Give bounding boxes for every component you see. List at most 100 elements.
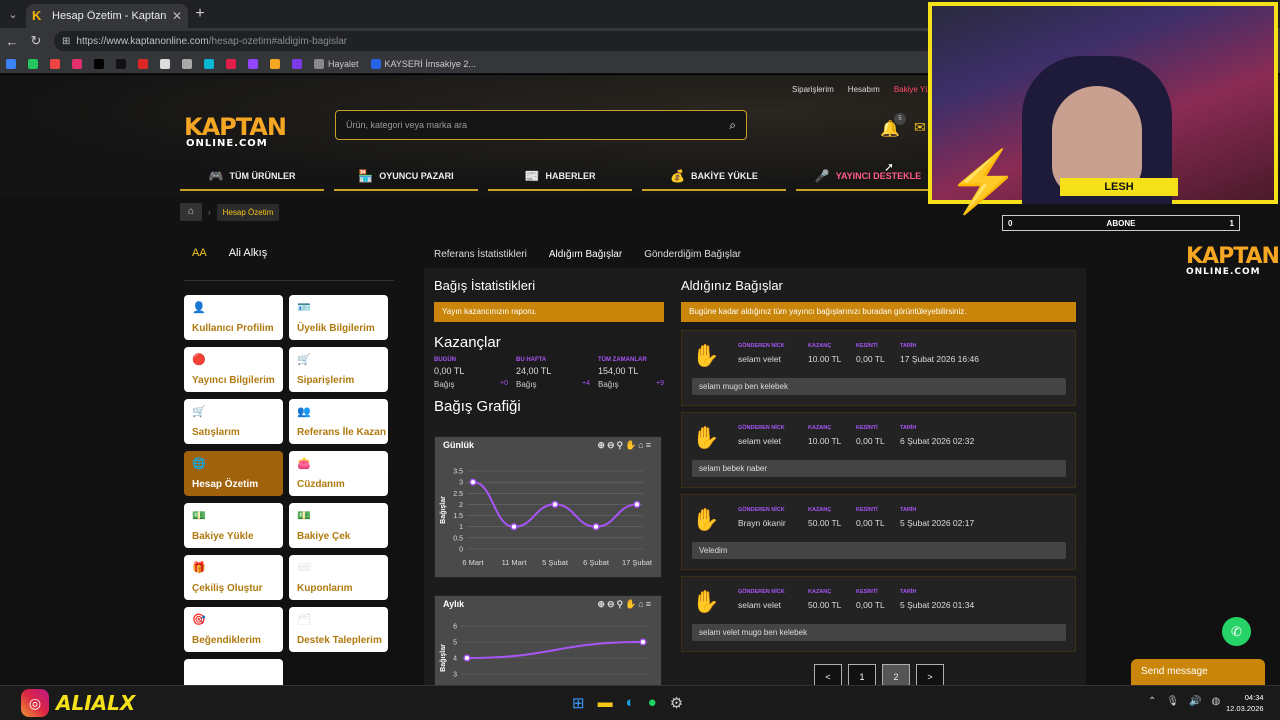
x-tick-label: 6 Mart bbox=[462, 558, 484, 567]
sub-count-right: 1 bbox=[1229, 218, 1234, 228]
account-menu-item[interactable]: 🎁 Çekiliş Oluştur bbox=[184, 555, 283, 600]
bookmark-icon bbox=[72, 58, 82, 69]
clock[interactable]: 04:34 12.03.2026 bbox=[1226, 692, 1264, 714]
donations-panel: Bağış İstatistikleri Yayın kazancınızın … bbox=[424, 268, 1086, 685]
tab-search-icon[interactable]: ⌄ bbox=[0, 0, 26, 28]
reload-icon[interactable]: ↻ bbox=[24, 33, 48, 49]
windows-start-icon[interactable]: ⊞ bbox=[572, 694, 585, 712]
menu-item-icon: 🎁 bbox=[192, 562, 206, 574]
account-menu-item[interactable]: 🗂 Destek Taleplerim bbox=[289, 607, 388, 652]
nav-item[interactable]: 🎤 YAYINCI DESTEKLE bbox=[796, 163, 940, 191]
tab-sent-donations[interactable]: Gönderdiğim Bağışlar bbox=[644, 249, 741, 260]
browser-tab[interactable]: K Hesap Özetim - Kaptan Online ✕ bbox=[26, 4, 188, 28]
pan-icon[interactable]: ✋ bbox=[625, 440, 638, 450]
sub-label: ABONE bbox=[1106, 218, 1136, 228]
nav-item[interactable]: 🎮 TÜM ÜRÜNLER bbox=[180, 163, 324, 191]
account-menu-item[interactable]: 🛒 Siparişlerim bbox=[289, 347, 388, 392]
breadcrumb-current[interactable]: Hesap Özetim bbox=[216, 203, 280, 221]
sub-count-left: 0 bbox=[1008, 218, 1013, 228]
streamer-name-tag: LESH bbox=[1060, 178, 1178, 196]
nav-item[interactable]: 📰 HABERLER bbox=[488, 163, 632, 191]
menu-item-label: Bakiye Çek bbox=[297, 531, 351, 542]
bookmark-item[interactable] bbox=[28, 58, 38, 69]
close-tab-icon[interactable]: ✕ bbox=[172, 9, 182, 23]
bookmark-item[interactable] bbox=[182, 58, 192, 69]
bookmark-item[interactable] bbox=[138, 58, 148, 69]
bookmark-item[interactable] bbox=[6, 58, 16, 69]
send-message-button[interactable]: Send message bbox=[1131, 659, 1265, 685]
account-link[interactable]: Hesabım bbox=[848, 85, 880, 94]
bookmark-item[interactable] bbox=[50, 58, 60, 69]
back-icon[interactable]: ← bbox=[0, 34, 24, 49]
magnify-icon[interactable]: ⚲ bbox=[616, 599, 625, 609]
x-tick-label: 17 Şubat bbox=[622, 558, 653, 567]
home-icon[interactable]: ⌂ bbox=[180, 203, 202, 221]
chevron-up-icon[interactable]: ⌃ bbox=[1148, 696, 1156, 707]
donation-message: selam mugo ben kelebek bbox=[692, 378, 1066, 395]
bookmark-item[interactable] bbox=[226, 58, 236, 69]
bookmark-icon bbox=[270, 58, 280, 69]
bookmark-item[interactable]: Hayalet bbox=[314, 58, 359, 69]
account-menu: 👤 Kullanıcı Profilim 🪪 Üyelik Bilgilerim 🔴 Ya… bbox=[184, 295, 390, 685]
home-icon[interactable]: ⌂ bbox=[638, 440, 645, 450]
menu-item-label: Destek Taleplerim bbox=[297, 635, 382, 646]
page-1-button[interactable]: 1 bbox=[848, 664, 876, 685]
orders-link[interactable]: Siparişlerim bbox=[792, 85, 834, 94]
menu-icon[interactable]: ≡ bbox=[646, 440, 653, 450]
account-menu-item[interactable]: 👥 Referans İle Kazan bbox=[289, 399, 388, 444]
account-menu-item[interactable]: 🛒 Satışlarım bbox=[184, 399, 283, 444]
whatsapp-icon[interactable]: ✆ bbox=[1222, 617, 1251, 646]
bookmark-item[interactable]: KAYSERİ İmsakiye 2... bbox=[370, 58, 476, 69]
edge-icon[interactable]: ◐ bbox=[626, 694, 635, 712]
bookmark-item[interactable] bbox=[116, 58, 126, 69]
bookmark-item[interactable] bbox=[160, 58, 170, 69]
mail-icon[interactable]: ✉ bbox=[914, 119, 926, 136]
bookmark-item[interactable] bbox=[204, 58, 214, 69]
zoom-in-icon[interactable]: ⊕ bbox=[597, 440, 607, 450]
lightning-icon: ⚡ bbox=[946, 148, 1021, 215]
bookmark-item[interactable] bbox=[94, 58, 104, 69]
account-menu-item[interactable]: 🔴 Yayıncı Bilgilerim bbox=[184, 347, 283, 392]
zoom-in-icon[interactable]: ⊕ bbox=[597, 599, 607, 609]
next-page-button[interactable]: > bbox=[916, 664, 944, 685]
account-menu-item[interactable]: 👤 Kullanıcı Profilim bbox=[184, 295, 283, 340]
file-explorer-icon[interactable]: ▬ bbox=[598, 694, 613, 712]
pan-icon[interactable]: ✋ bbox=[625, 599, 638, 609]
overlay-logo-text: KAPTAN bbox=[1186, 244, 1280, 269]
account-menu-item[interactable]: 🪪 Üyelik Bilgilerim bbox=[289, 295, 388, 340]
site-logo[interactable]: KAPTAN ONLINE.COM bbox=[184, 115, 287, 151]
account-menu-item[interactable]: 🎯 Beğendiklerim bbox=[184, 607, 283, 652]
account-menu-item[interactable] bbox=[184, 659, 283, 685]
page-2-button[interactable]: 2 bbox=[882, 664, 910, 685]
search-icon[interactable]: ⌕ bbox=[729, 118, 736, 133]
account-menu-item[interactable]: 💵 Bakiye Yükle bbox=[184, 503, 283, 548]
search-input[interactable]: Ürün, kategori veya marka ara ⌕ bbox=[335, 110, 747, 140]
account-menu-item[interactable]: 👛 Cüzdanım bbox=[289, 451, 388, 496]
nav-item[interactable]: 💰 BAKİYE YÜKLE bbox=[642, 163, 786, 191]
nav-item[interactable]: 🏪 OYUNCU PAZARI bbox=[334, 163, 478, 191]
menu-item-icon: 🪪 bbox=[297, 302, 311, 314]
site-info-icon[interactable]: ⊞ bbox=[62, 36, 70, 47]
donation-col-label: KESİNTİ bbox=[856, 589, 878, 595]
account-menu-item[interactable]: 🌐 Hesap Özetim bbox=[184, 451, 283, 496]
bookmark-item[interactable] bbox=[248, 58, 258, 69]
tab-received-donations[interactable]: Aldığım Bağışlar bbox=[549, 249, 622, 260]
prev-page-button[interactable]: < bbox=[814, 664, 842, 685]
bookmark-item[interactable] bbox=[292, 58, 302, 69]
home-icon[interactable]: ⌂ bbox=[638, 599, 645, 609]
settings-gear-icon[interactable]: ⚙ bbox=[670, 694, 683, 712]
spotify-icon[interactable]: ● bbox=[648, 694, 657, 712]
menu-icon[interactable]: ≡ bbox=[646, 599, 653, 609]
account-menu-item[interactable]: 💵 Bakiye Çek bbox=[289, 503, 388, 548]
bookmark-item[interactable] bbox=[72, 58, 82, 69]
bookmark-item[interactable] bbox=[270, 58, 280, 69]
globe-icon[interactable]: ◍ bbox=[1212, 696, 1221, 707]
new-tab-icon[interactable]: + bbox=[188, 5, 212, 23]
microphone-icon[interactable]: 🎙 bbox=[1166, 696, 1179, 707]
volume-icon[interactable]: 🔊 bbox=[1189, 696, 1201, 707]
account-menu-item[interactable]: 🎟 Kuponlarım bbox=[289, 555, 388, 600]
url-field[interactable]: ⊞ https://www.kaptanonline.com/hesap-oze… bbox=[54, 31, 934, 51]
daily-chart-plot: Bağışlar 3.5 3 2.5 2 1.5 1 0.5 0 6 Mart 11 Mart 5 Ş… bbox=[440, 469, 653, 568]
magnify-icon[interactable]: ⚲ bbox=[616, 440, 625, 450]
tab-referral-stats[interactable]: Referans İstatistikleri bbox=[434, 249, 527, 260]
